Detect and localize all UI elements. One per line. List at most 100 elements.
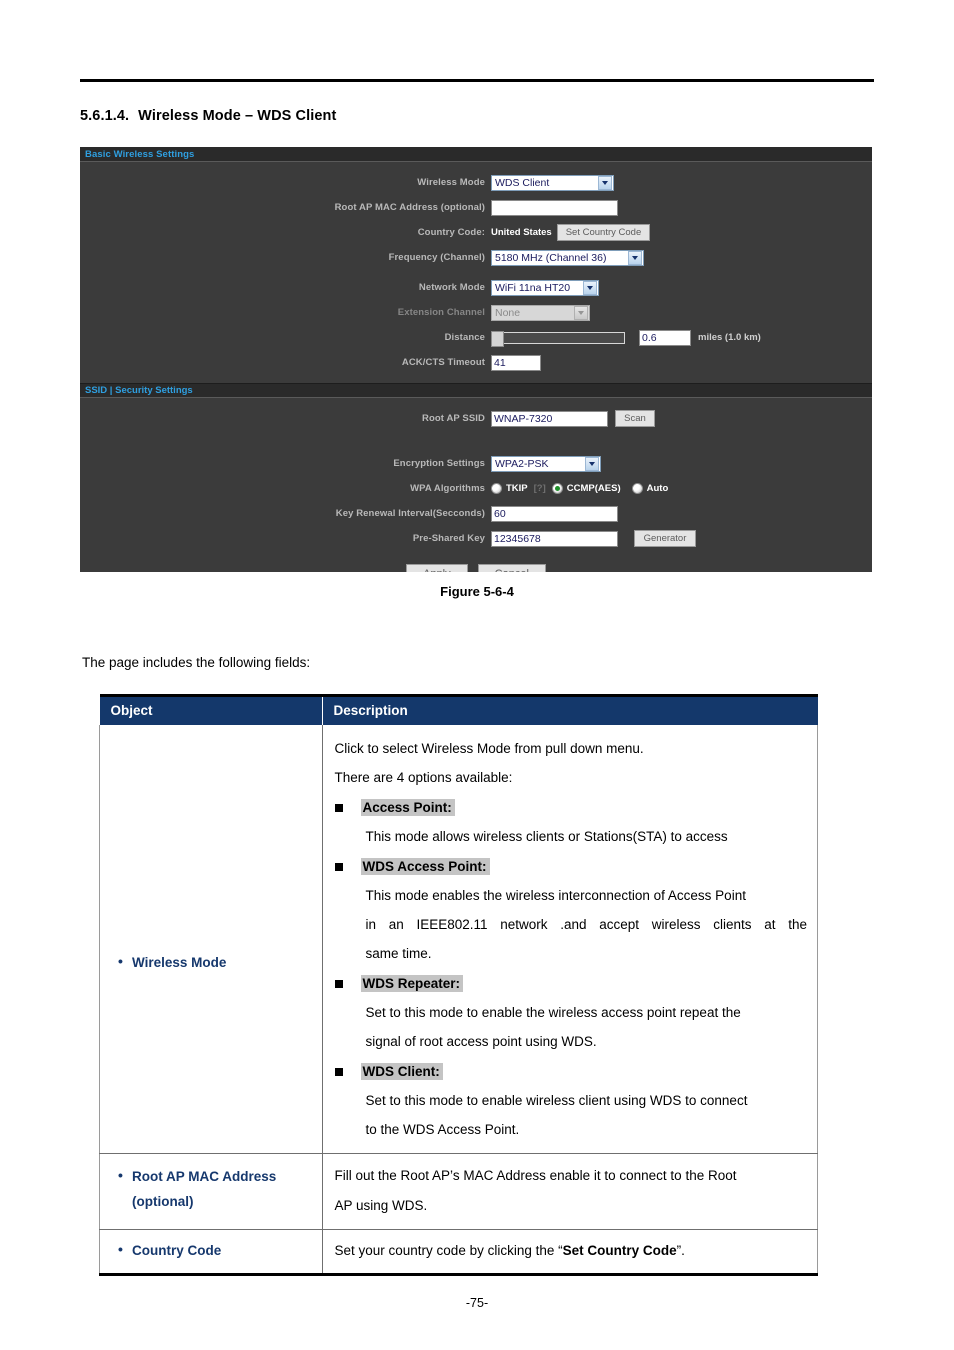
row-extension-channel: Extension Channel None <box>80 300 872 325</box>
country-code-label: Country Code: <box>417 227 485 238</box>
desc-line: same time. <box>365 946 432 961</box>
encryption-settings-value: WPA2-PSK <box>495 457 549 470</box>
desc-line: in an IEEE802.11 network .and accept wir… <box>365 917 808 932</box>
extension-channel-label: Extension Channel <box>397 307 485 318</box>
generator-button[interactable]: Generator <box>634 530 696 547</box>
header-rule <box>80 79 874 82</box>
root-ap-mac-input[interactable] <box>491 199 618 216</box>
object-cell: Country Code <box>99 1229 323 1276</box>
ssid-security-form: Root AP SSID WNAP-7320 Scan Encryption S… <box>80 406 872 572</box>
bullet-term-text: WDS Access Point: <box>360 858 490 875</box>
desc-line: Set to this mode to enable wireless clie… <box>365 1093 748 1108</box>
country-code-value: United States <box>491 227 552 238</box>
desc-line: There are 4 options available: <box>334 770 513 785</box>
key-renewal-interval-input[interactable]: 60 <box>491 505 618 522</box>
bullet-term-text: WDS Repeater: <box>360 975 464 992</box>
chevron-down-icon <box>598 175 612 190</box>
page-number: -75- <box>465 1296 489 1310</box>
distance-slider[interactable] <box>491 330 625 347</box>
frequency-channel-select[interactable]: 5180 MHz (Channel 36) <box>491 249 644 266</box>
row-pre-shared-key: Pre-Shared Key 12345678 Generator <box>80 526 872 551</box>
frequency-channel-label: Frequency (Channel) <box>388 252 485 263</box>
network-mode-select[interactable]: WiFi 11na HT20 <box>491 279 599 296</box>
table-row: Wireless Mode Click to select Wireless M… <box>99 725 818 1154</box>
wireless-mode-label: Wireless Mode <box>417 177 485 188</box>
column-header-object: Object <box>99 694 322 725</box>
form-actions: Apply Cancel <box>80 564 872 572</box>
pre-shared-key-label: Pre-Shared Key <box>412 533 485 544</box>
row-network-mode: Network Mode WiFi 11na HT20 <box>80 275 872 300</box>
basic-wireless-settings-title: Basic Wireless Settings <box>85 148 195 160</box>
desc-line: signal of root access point using WDS. <box>365 1034 597 1049</box>
scan-button[interactable]: Scan <box>615 410 655 427</box>
wpa-help-marker[interactable]: [?] <box>534 483 546 494</box>
apply-button[interactable]: Apply <box>406 564 468 572</box>
figure-caption: Figure 5-6-4 <box>440 584 514 599</box>
row-root-ap-ssid: Root AP SSID WNAP-7320 Scan <box>80 406 872 431</box>
desc-line: This mode enables the wireless interconn… <box>365 888 746 903</box>
wpa-option-auto[interactable]: Auto <box>631 483 669 494</box>
object-label-wireless-mode: Wireless Mode <box>100 725 322 985</box>
radio-selected-icon <box>551 483 563 494</box>
description-body: Fill out the Root AP’s MAC Address enabl… <box>323 1154 818 1229</box>
description-cell: Fill out the Root AP’s MAC Address enabl… <box>321 1153 818 1230</box>
network-mode-label: Network Mode <box>418 282 485 293</box>
wpa-algorithms-label: WPA Algorithms <box>410 483 485 494</box>
desc-prefix: Set your country code by clicking the “ <box>334 1243 563 1258</box>
distance-input[interactable]: 0.6 <box>639 329 691 346</box>
frequency-channel-value: 5180 MHz (Channel 36) <box>495 251 607 264</box>
wireless-mode-value: WDS Client <box>495 176 550 189</box>
description-body: Click to select Wireless Mode from pull … <box>323 725 818 1153</box>
cancel-button[interactable]: Cancel <box>477 564 546 572</box>
row-frequency-channel: Frequency (Channel) 5180 MHz (Channel 36… <box>80 245 872 270</box>
object-label-country-code: Country Code <box>100 1230 322 1272</box>
wpa-option-tkip-label: TKIP <box>506 483 528 494</box>
desc-line: AP using WDS. <box>334 1198 428 1213</box>
row-key-renewal-interval: Key Renewal Interval(Secconds) 60 <box>80 501 872 526</box>
encryption-settings-select[interactable]: WPA2-PSK <box>491 455 601 472</box>
set-country-code-button[interactable]: Set Country Code <box>556 224 651 241</box>
table-header-row: Object Description <box>99 694 818 725</box>
desc-line: Set your country code by clicking the “S… <box>335 1238 808 1264</box>
wpa-option-auto-label: Auto <box>646 483 669 494</box>
intro-paragraph: The page includes the following fields: <box>82 655 311 670</box>
fields-table-wrapper: Object Description Wireless Mode Click t… <box>99 694 818 1276</box>
encryption-settings-label: Encryption Settings <box>393 458 485 469</box>
pre-shared-key-input[interactable]: 12345678 <box>491 530 618 547</box>
row-encryption-settings: Encryption Settings WPA2-PSK <box>80 451 872 476</box>
distance-slider-handle[interactable] <box>491 330 504 347</box>
object-label-root-ap-mac: Root AP MAC Address (optional) <box>100 1154 322 1224</box>
desc-bold-term: Set Country Code <box>562 1243 677 1258</box>
bullet-term: Access Point: <box>334 793 808 822</box>
bullet-term-text: WDS Client: <box>360 1063 443 1080</box>
basic-settings-form: Wireless Mode WDS Client Root AP MAC Add… <box>80 170 872 375</box>
description-body: Set your country code by clicking the “S… <box>323 1230 818 1273</box>
bullet-body: Set to this mode to enable the wireless … <box>335 998 808 1056</box>
key-renewal-interval-label: Key Renewal Interval(Secconds) <box>335 508 485 519</box>
chevron-down-icon <box>585 456 599 471</box>
ack-cts-timeout-label: ACK/CTS Timeout <box>401 357 485 368</box>
desc-line: Set to this mode to enable the wireless … <box>365 1005 741 1020</box>
table-row: Country Code Set your country code by cl… <box>99 1229 818 1276</box>
bullet-body: Set to this mode to enable wireless clie… <box>335 1086 808 1144</box>
row-distance: Distance 0.6 miles (1.0 km) <box>80 325 872 350</box>
object-cell: Wireless Mode <box>99 725 323 1154</box>
extension-channel-value: None <box>495 306 521 319</box>
row-root-ap-mac: Root AP MAC Address (optional) <box>80 195 872 220</box>
wpa-option-ccmp-aes-label: CCMP(AES) <box>566 483 621 494</box>
wpa-option-tkip[interactable]: TKIP <box>491 483 528 494</box>
extension-channel-select: None <box>491 304 590 321</box>
root-ap-mac-label: Root AP MAC Address (optional) <box>334 202 485 213</box>
desc-suffix: ”. <box>676 1243 685 1258</box>
wpa-algorithms-radio-group: TKIP [?] CCMP(AES) Auto <box>491 483 679 494</box>
distance-unit-label: miles (1.0 km) <box>698 332 761 343</box>
ack-cts-timeout-input[interactable]: 41 <box>491 354 541 371</box>
wireless-mode-select[interactable]: WDS Client <box>491 174 614 191</box>
document-page: 5.6.1.4. Wireless Mode – WDS Client Basic… <box>0 0 954 1350</box>
object-bullet-line: Country Code <box>118 1237 316 1263</box>
distance-label: Distance <box>444 332 485 343</box>
bullet-term: WDS Client: <box>334 1057 808 1086</box>
root-ap-ssid-input[interactable]: WNAP-7320 <box>491 410 608 427</box>
ssid-security-settings-title: SSID | Security Settings <box>85 385 193 396</box>
wpa-option-ccmp-aes[interactable]: CCMP(AES) <box>551 483 621 494</box>
